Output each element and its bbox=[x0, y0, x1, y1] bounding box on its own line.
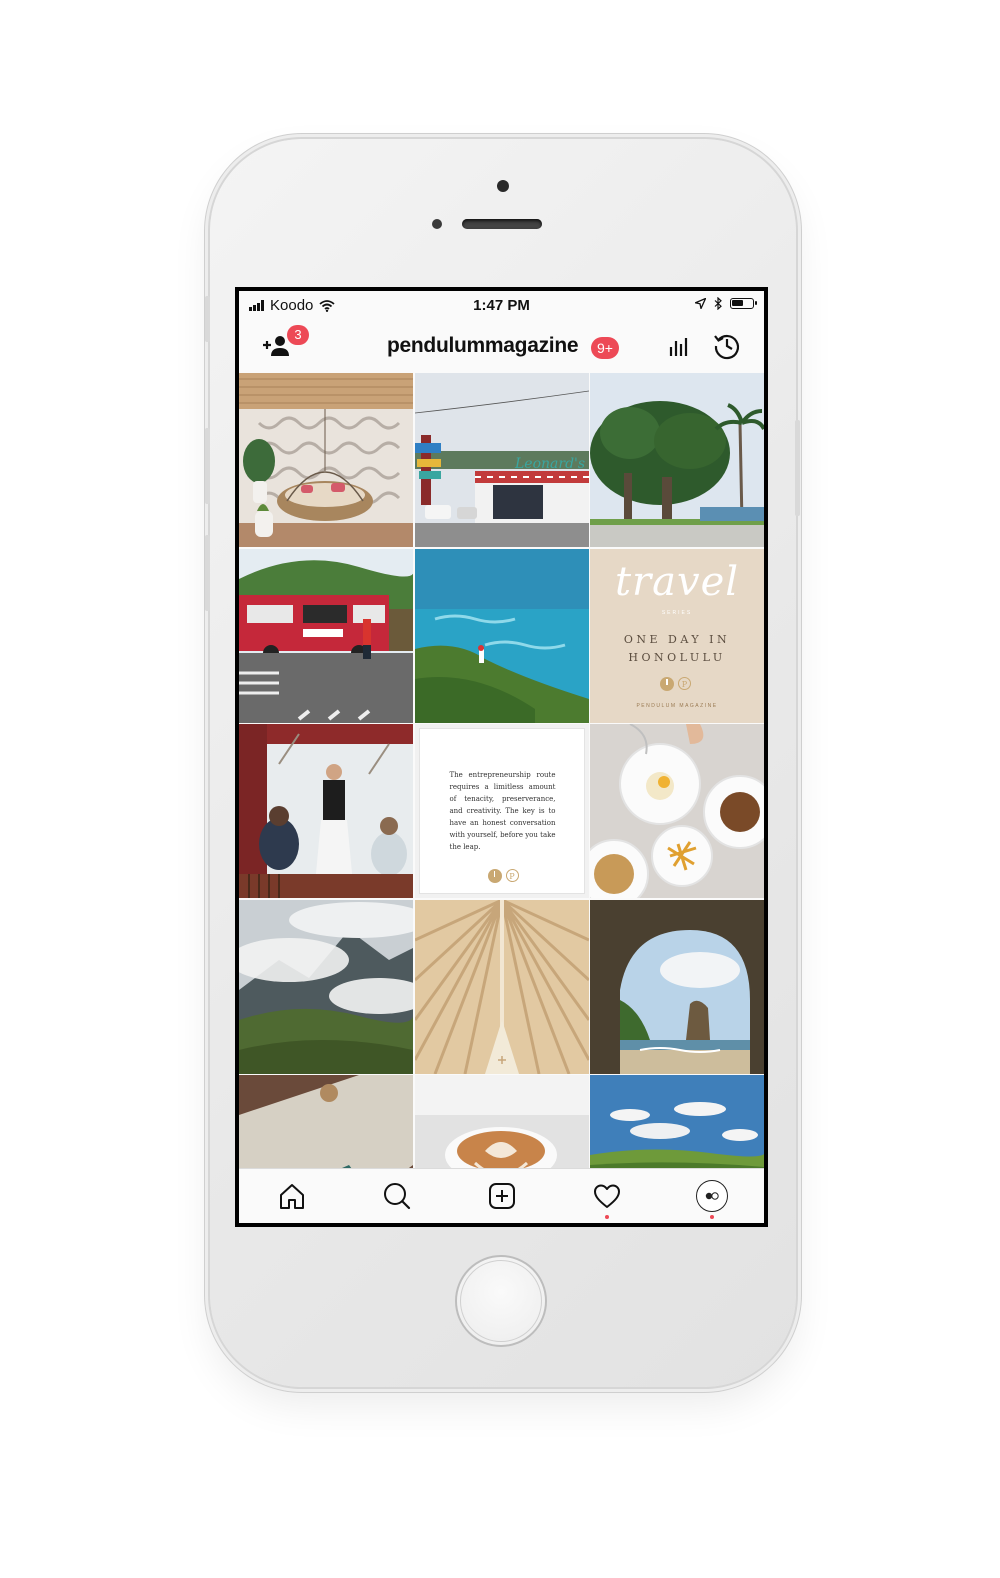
travel-headline-line2: HONOLULU bbox=[628, 650, 726, 664]
tab-home[interactable] bbox=[277, 1181, 307, 1211]
notifications-badge: 9+ bbox=[591, 337, 619, 359]
activity-indicator-dot bbox=[605, 1215, 609, 1219]
pendulum-mark-icon bbox=[660, 676, 674, 691]
location-arrow-icon bbox=[695, 298, 706, 309]
quote-text: The entrepreneurship route requires a li… bbox=[449, 771, 556, 851]
tab-profile[interactable] bbox=[695, 1179, 729, 1213]
tile-quote-card[interactable]: The entrepreneurship route requires a li… bbox=[414, 724, 589, 898]
travel-headline-line1: ONE DAY IN bbox=[623, 632, 731, 646]
bar-chart-icon bbox=[669, 338, 688, 356]
pendulum-mark-icon bbox=[487, 869, 502, 883]
search-icon bbox=[384, 1183, 411, 1210]
tile-lobby-swing-chair[interactable] bbox=[239, 373, 413, 547]
proximity-sensor bbox=[432, 219, 442, 229]
phone-screen: Koodo 1:47 PM 3 pendulummagazine 9+ Leon… bbox=[235, 287, 768, 1227]
home-button[interactable] bbox=[455, 1255, 547, 1347]
posts-grid: Leonard's travel SERIES ONE DAY IN HONOL… bbox=[239, 373, 764, 1223]
travel-script-title: travel bbox=[614, 558, 740, 605]
bluetooth-icon bbox=[714, 297, 722, 310]
plus-square-icon bbox=[489, 1183, 515, 1209]
status-bar: Koodo 1:47 PM bbox=[239, 291, 764, 319]
travel-series-label: SERIES bbox=[661, 609, 693, 616]
power-button bbox=[795, 420, 800, 516]
quote-logo: P bbox=[487, 869, 519, 883]
profile-header: 3 pendulummagazine 9+ bbox=[239, 319, 764, 371]
travel-footer: PENDULUM MAGAZINE bbox=[636, 702, 718, 709]
tile-brunch-table[interactable] bbox=[590, 724, 764, 898]
discover-people-button[interactable]: 3 bbox=[261, 325, 309, 359]
status-time: 1:47 PM bbox=[473, 297, 530, 314]
pendulum-logo: P bbox=[660, 676, 691, 691]
svg-text:Leonard's: Leonard's bbox=[514, 456, 585, 472]
travel-headline: ONE DAY IN HONOLULU bbox=[590, 631, 764, 667]
tile-sea-cave-arch[interactable] bbox=[590, 899, 764, 1074]
p-monogram-icon: P bbox=[505, 869, 519, 882]
earpiece-speaker bbox=[462, 219, 542, 229]
tile-restaurant-waiter[interactable] bbox=[239, 724, 413, 898]
heart-icon bbox=[594, 1184, 620, 1208]
tile-banyan-park[interactable] bbox=[590, 373, 764, 547]
bottom-tab-bar bbox=[239, 1168, 764, 1223]
tab-activity[interactable] bbox=[592, 1181, 622, 1211]
archive-clock-icon bbox=[714, 335, 740, 360]
profile-indicator-dot bbox=[710, 1215, 714, 1219]
volume-up-button bbox=[205, 428, 210, 504]
tile-cloudy-mountains[interactable] bbox=[239, 899, 413, 1074]
tile-travel-series-card[interactable]: travel SERIES ONE DAY IN HONOLULU P PEND… bbox=[590, 548, 764, 723]
home-icon bbox=[280, 1184, 304, 1209]
follow-requests-badge: 3 bbox=[287, 325, 309, 345]
archive-button[interactable] bbox=[712, 331, 742, 366]
tab-new-post[interactable] bbox=[487, 1181, 517, 1211]
profile-avatar-icon bbox=[696, 1180, 728, 1212]
volume-down-button bbox=[205, 535, 210, 611]
tab-search[interactable] bbox=[382, 1181, 412, 1211]
tile-wooden-ceiling[interactable] bbox=[414, 899, 589, 1074]
quote-card: The entrepreneurship route requires a li… bbox=[418, 728, 585, 894]
mute-switch bbox=[205, 296, 210, 342]
tile-coastline-lighthouse[interactable] bbox=[414, 548, 589, 723]
profile-username[interactable]: pendulummagazine bbox=[387, 334, 579, 358]
battery-icon bbox=[730, 298, 757, 309]
p-monogram-icon: P bbox=[678, 676, 691, 690]
insights-button[interactable] bbox=[668, 335, 690, 362]
tile-shave-ice-truck[interactable] bbox=[239, 548, 413, 723]
front-camera bbox=[497, 180, 509, 192]
tile-street-storefront[interactable]: Leonard's bbox=[414, 373, 589, 547]
